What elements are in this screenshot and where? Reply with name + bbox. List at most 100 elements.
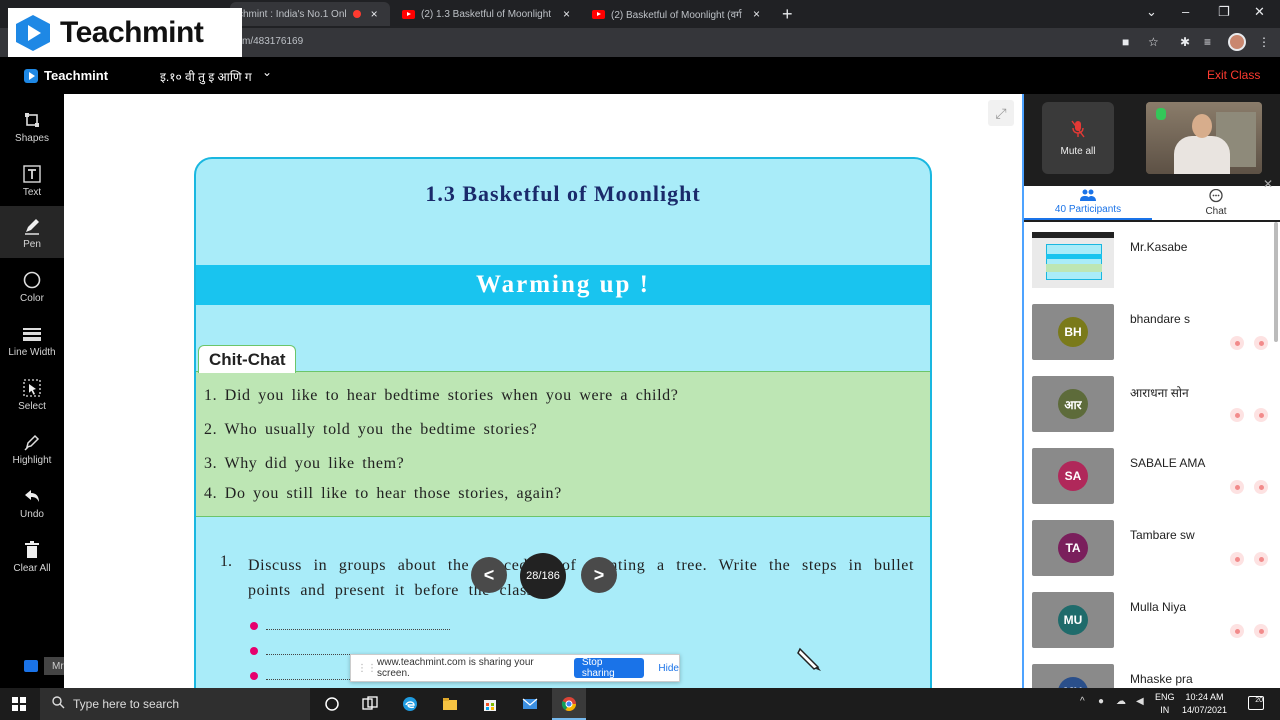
tab-title: chmint : India's No.1 Onl bbox=[238, 8, 347, 20]
next-page-button[interactable]: > bbox=[581, 557, 617, 593]
exit-class-button[interactable]: Exit Class bbox=[1207, 68, 1260, 82]
shapes-tool[interactable]: Shapes bbox=[0, 100, 64, 152]
participant-row[interactable]: आर आराधना सोन bbox=[1024, 370, 1280, 442]
participant-avatar: SA bbox=[1032, 448, 1114, 504]
question-3: 3. Why did you like them? bbox=[204, 455, 405, 472]
camera-off-icon[interactable] bbox=[1254, 336, 1268, 350]
participant-name: SABALE AMA bbox=[1130, 456, 1206, 470]
undo-arrow-icon bbox=[23, 485, 41, 507]
tray-chevron-icon[interactable]: ^ bbox=[1080, 696, 1085, 707]
slide-page: 1.3 Basketful of Moonlight Warming up ! … bbox=[194, 157, 932, 688]
bookmark-star-icon[interactable]: ☆ bbox=[1148, 35, 1159, 49]
edge-icon[interactable] bbox=[402, 696, 418, 712]
notification-center-icon[interactable]: 20 bbox=[1248, 696, 1264, 710]
camera-off-icon[interactable] bbox=[1254, 480, 1268, 494]
text-tool[interactable]: Text bbox=[0, 154, 64, 206]
close-icon[interactable]: × bbox=[563, 7, 570, 21]
participant-name: Tambare sw bbox=[1130, 528, 1195, 542]
screen-thumbnail bbox=[1032, 232, 1114, 288]
system-clock[interactable]: 10:24 AM 14/07/2021 bbox=[1182, 691, 1227, 717]
stop-sharing-button[interactable]: Stop sharing bbox=[573, 657, 645, 679]
participant-avatar: BH bbox=[1032, 304, 1114, 360]
browser-tab-youtube-1[interactable]: (2) 1.3 Basketful of Moonlight W × bbox=[394, 2, 578, 26]
line-width-tool[interactable]: Line Width bbox=[0, 314, 64, 366]
camera-icon[interactable]: ■ bbox=[1122, 35, 1129, 49]
tab-participants[interactable]: 40 Participants bbox=[1024, 186, 1152, 220]
close-icon[interactable]: × bbox=[753, 7, 760, 21]
expand-icon[interactable]: ⤢ bbox=[988, 100, 1014, 126]
clear-all-tool[interactable]: Clear All bbox=[0, 530, 64, 582]
maximize-icon[interactable]: ❐ bbox=[1218, 4, 1230, 20]
new-tab-icon[interactable]: + bbox=[782, 4, 793, 25]
participant-name: आराधना सोन bbox=[1130, 386, 1189, 400]
search-placeholder: Type here to search bbox=[73, 697, 180, 711]
close-panel-icon[interactable]: ✕ bbox=[1260, 176, 1276, 192]
chrome-taskbar-item[interactable] bbox=[552, 688, 586, 720]
mic-muted-icon[interactable] bbox=[1230, 408, 1244, 422]
participant-list-scrollbar[interactable] bbox=[1274, 222, 1278, 342]
presenter-screen-icon bbox=[24, 660, 38, 672]
mic-muted-icon[interactable] bbox=[1230, 624, 1244, 638]
pen-icon bbox=[23, 215, 41, 237]
tab-search-icon[interactable]: ⌄ bbox=[1146, 4, 1157, 20]
participant-row[interactable]: MU Mulla Niya bbox=[1024, 586, 1280, 658]
participant-row[interactable]: MH Mhaske pra bbox=[1024, 658, 1280, 688]
cortana-icon[interactable] bbox=[324, 696, 340, 712]
task-view-icon[interactable] bbox=[362, 696, 378, 712]
class-name[interactable]: इ.१० वी तु इ आणि ग bbox=[160, 68, 252, 85]
mic-muted-icon[interactable] bbox=[1230, 336, 1244, 350]
camera-off-icon[interactable] bbox=[1254, 552, 1268, 566]
teachmint-logo: Teachmint bbox=[8, 8, 242, 58]
chevron-down-icon[interactable]: ⌄ bbox=[262, 65, 272, 79]
participant-row[interactable]: Mr.Kasabe bbox=[1024, 226, 1280, 298]
logo-text: Teachmint bbox=[60, 16, 204, 49]
pen-tool[interactable]: Pen bbox=[0, 206, 64, 258]
tool-label: Shapes bbox=[15, 132, 49, 144]
camera-off-icon[interactable] bbox=[1254, 624, 1268, 638]
participant-list: Mr.Kasabe BH bhandare s आर आराधना सोन SA SABA… bbox=[1024, 222, 1280, 688]
text-icon bbox=[23, 163, 41, 185]
menu-icon[interactable]: ⋮ bbox=[1258, 35, 1270, 49]
highlight-tool[interactable]: Highlight bbox=[0, 422, 64, 474]
mute-all-button[interactable]: Mute all bbox=[1042, 102, 1114, 174]
volume-icon[interactable]: ◀ bbox=[1136, 696, 1144, 707]
windows-start-icon[interactable] bbox=[12, 697, 26, 711]
playlist-icon[interactable]: ≡ bbox=[1204, 35, 1211, 49]
minimize-icon[interactable]: – bbox=[1182, 4, 1189, 19]
select-tool[interactable]: Select bbox=[0, 368, 64, 420]
highlighter-icon bbox=[23, 431, 41, 453]
mic-muted-icon[interactable] bbox=[1230, 552, 1244, 566]
warming-up-heading: Warming up ! bbox=[196, 265, 930, 305]
file-explorer-icon[interactable] bbox=[442, 696, 458, 712]
mic-tray-icon[interactable]: ● bbox=[1098, 696, 1104, 707]
window-close-icon[interactable]: ✕ bbox=[1254, 4, 1265, 20]
color-tool[interactable]: Color bbox=[0, 260, 64, 312]
participant-row[interactable]: BH bhandare s bbox=[1024, 298, 1280, 370]
mic-muted-icon[interactable] bbox=[1230, 480, 1244, 494]
prev-page-button[interactable]: < bbox=[471, 557, 507, 593]
taskbar-search-input[interactable]: Type here to search bbox=[40, 688, 310, 720]
mail-icon[interactable] bbox=[522, 696, 538, 712]
store-icon[interactable] bbox=[482, 696, 498, 712]
undo-tool[interactable]: Undo bbox=[0, 476, 64, 528]
participant-row[interactable]: TA Tambare sw bbox=[1024, 514, 1280, 586]
network-icon[interactable]: ☁ bbox=[1116, 696, 1126, 707]
participants-panel: Mute all 40 Participants Chat ✕ Mr.Kasab… bbox=[1022, 94, 1280, 688]
browser-tab-teachmint[interactable]: chmint : India's No.1 Onl × bbox=[230, 2, 390, 26]
bullet-point bbox=[250, 647, 258, 655]
extensions-icon[interactable]: ✱ bbox=[1180, 35, 1190, 49]
drag-handle-icon[interactable]: ⋮⋮ bbox=[357, 663, 377, 674]
tab-participants-label: 40 Participants bbox=[1054, 204, 1122, 215]
browser-tab-youtube-2[interactable]: (2) Basketful of Moonlight (वर्ग × bbox=[584, 2, 768, 26]
participant-name: bhandare s bbox=[1130, 312, 1191, 326]
youtube-icon bbox=[402, 9, 415, 19]
profile-avatar[interactable] bbox=[1228, 33, 1246, 51]
hide-button[interactable]: Hide bbox=[658, 663, 679, 674]
close-icon[interactable]: × bbox=[371, 7, 378, 21]
participant-name: Mr.Kasabe bbox=[1130, 240, 1188, 254]
input-language[interactable]: ENG IN bbox=[1155, 691, 1175, 717]
clock-time: 10:24 AM bbox=[1185, 692, 1224, 702]
camera-off-icon[interactable] bbox=[1254, 408, 1268, 422]
url-text[interactable]: m/483176169 bbox=[242, 36, 303, 47]
participant-row[interactable]: SA SABALE AMA bbox=[1024, 442, 1280, 514]
